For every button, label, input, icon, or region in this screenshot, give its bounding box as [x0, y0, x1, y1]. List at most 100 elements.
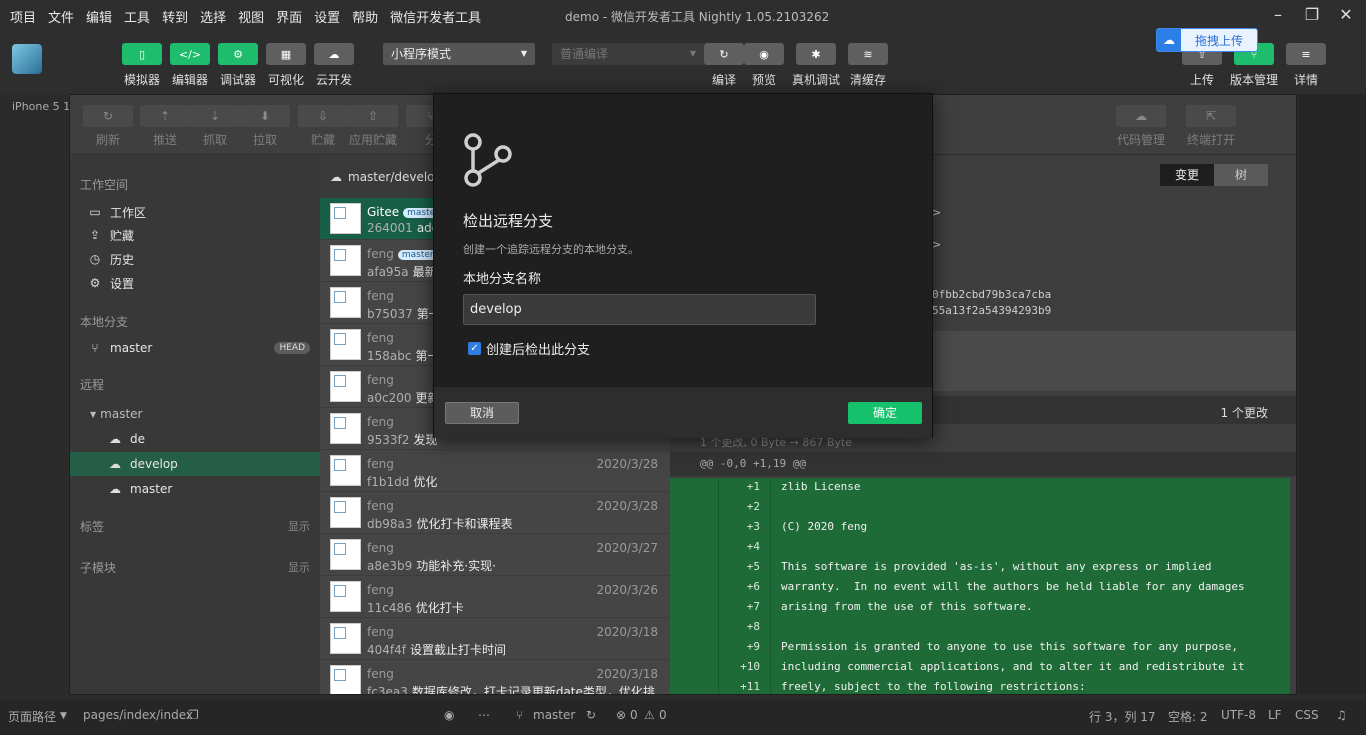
- diff-line-number: +4: [746, 540, 760, 553]
- drag-upload-tip[interactable]: ☁ 拖拽上传: [1156, 28, 1258, 52]
- vm-pull-button[interactable]: ⬇ 拉取: [237, 105, 293, 148]
- commit-message: 数据库修改，打卡记录更新date类型，优化排...: [411, 685, 667, 695]
- commit-hash-line: b75037 第一: [367, 305, 441, 322]
- commit-row[interactable]: feng fc3ea3 数据库修改，打卡记录更新date类型，优化排... 2020/…: [320, 660, 670, 695]
- error-count[interactable]: 0: [630, 708, 638, 722]
- vm-fetch-button[interactable]: ⇣ 抓取: [187, 105, 243, 148]
- local-branch-name-input[interactable]: [463, 294, 816, 325]
- tags-title: 标签: [80, 520, 105, 534]
- clear-cache-label: 清缓存: [849, 73, 886, 87]
- commit-row[interactable]: feng 404f4f 设置截止打卡时间 2020/3/18: [320, 618, 670, 660]
- tab-changes[interactable]: 变更: [1160, 164, 1214, 186]
- indent-spaces[interactable]: 空格: 2: [1168, 708, 1208, 725]
- app-logo: [12, 44, 42, 74]
- menu-goto[interactable]: 转到: [162, 7, 188, 26]
- mode-select[interactable]: 小程序模式 ▼: [383, 43, 535, 65]
- sidebar-item-settings[interactable]: ⚙ 设置: [70, 271, 320, 295]
- commit-hash-line: 404f4f 设置截止打卡时间: [367, 641, 506, 658]
- menu-interface[interactable]: 界面: [276, 7, 302, 26]
- debugger-button[interactable]: ⚙: [218, 43, 258, 65]
- drag-upload-label: 拖拽上传: [1194, 33, 1243, 48]
- warning-count[interactable]: 0: [659, 708, 667, 722]
- details-button[interactable]: ≡: [1286, 43, 1326, 65]
- tab-tree[interactable]: 树: [1214, 164, 1268, 186]
- vm-code-manage-button[interactable]: ☁ 代码管理: [1113, 105, 1169, 148]
- menu-edit[interactable]: 编辑: [86, 7, 112, 26]
- sync-icon[interactable]: ↻: [586, 708, 596, 722]
- remote-group-master[interactable]: ▼ master: [70, 402, 320, 426]
- remote-branch-develop[interactable]: ☁ develop: [70, 452, 320, 476]
- end-of-line[interactable]: LF: [1268, 708, 1282, 722]
- submodules-title: 子模块: [80, 561, 117, 575]
- submodules-show-link[interactable]: 显示: [288, 559, 310, 575]
- avatar: [330, 371, 361, 402]
- cloud-dev-button[interactable]: ☁: [314, 43, 354, 65]
- cancel-button[interactable]: 取消: [445, 402, 519, 424]
- checkout-after-create-checkbox[interactable]: ✓ 创建后检出此分支: [468, 339, 590, 358]
- remote-branch-master[interactable]: ☁ master: [70, 477, 320, 501]
- vm-fetch-label: 抓取: [202, 133, 227, 147]
- eye-icon[interactable]: ◉: [444, 708, 454, 722]
- menu-settings[interactable]: 设置: [314, 7, 340, 26]
- copy-icon[interactable]: ❐: [188, 708, 199, 722]
- commit-author: feng: [367, 415, 394, 429]
- cloud-icon: ☁: [109, 482, 121, 496]
- commit-row[interactable]: feng a8e3b9 功能补充·实现· 2020/3/27: [320, 534, 670, 576]
- page-path-label[interactable]: 页面路径: [8, 708, 56, 725]
- maximize-icon[interactable]: ❐: [1302, 5, 1322, 25]
- menu-tools[interactable]: 工具: [124, 7, 150, 26]
- stash-icon: ⇪: [89, 228, 101, 242]
- refresh-icon: ↻: [83, 105, 133, 127]
- sidebar-item-stash[interactable]: ⇪ 贮藏: [70, 223, 320, 247]
- menu-file[interactable]: 文件: [48, 7, 74, 26]
- bell-icon[interactable]: ♫: [1336, 708, 1347, 722]
- menu-help[interactable]: 帮助: [352, 7, 378, 26]
- commit-row[interactable]: feng f1b1dd 优化 2020/3/28: [320, 450, 670, 492]
- sidebar-item-history[interactable]: ◷ 历史: [70, 247, 320, 271]
- status-branch[interactable]: master: [533, 708, 575, 722]
- diff-line-number: +2: [746, 500, 760, 513]
- parent-chevron: >: [932, 206, 942, 219]
- commit-row[interactable]: feng 11c486 优化打卡 2020/3/26: [320, 576, 670, 618]
- parent-chevron: >: [932, 238, 942, 251]
- minimize-icon[interactable]: –: [1268, 5, 1288, 25]
- compile-button[interactable]: ↻: [704, 43, 744, 65]
- commit-author: feng: [367, 541, 394, 555]
- vm-stash-button[interactable]: ⇩ 贮藏: [295, 105, 351, 148]
- commit-row[interactable]: feng db98a3 优化打卡和课程表 2020/3/28: [320, 492, 670, 534]
- vm-refresh-button[interactable]: ↻ 刷新: [80, 105, 136, 148]
- visual-button[interactable]: ▦: [266, 43, 306, 65]
- close-icon[interactable]: ✕: [1336, 5, 1356, 25]
- clear-cache-button[interactable]: ≋: [848, 43, 888, 65]
- preview-button[interactable]: ◉: [744, 43, 784, 65]
- commit-date: 2020/3/18: [596, 625, 658, 639]
- commit-author-name: feng: [367, 667, 394, 681]
- tags-show-link[interactable]: 显示: [288, 518, 310, 534]
- confirm-button[interactable]: 确定: [848, 402, 922, 424]
- remote-branch-de[interactable]: ☁ de: [70, 427, 320, 451]
- sidebar-item-workspace[interactable]: ▭ 工作区: [70, 200, 320, 224]
- remote-debug-button[interactable]: ✱: [796, 43, 836, 65]
- vm-apply-stash-button[interactable]: ⇧ 应用贮藏: [345, 105, 401, 148]
- window-title: demo - 微信开发者工具 Nightly 1.05.2103262: [565, 10, 830, 24]
- more-icon[interactable]: ⋯: [478, 708, 490, 722]
- menu-select[interactable]: 选择: [200, 7, 226, 26]
- language-mode[interactable]: CSS: [1295, 708, 1319, 722]
- encoding[interactable]: UTF-8: [1221, 708, 1256, 722]
- detail-tabs: 变更 树: [1160, 164, 1268, 186]
- editor-button[interactable]: </>: [170, 43, 210, 65]
- checkbox-checked-icon[interactable]: ✓: [468, 342, 481, 355]
- code-icon: </>: [178, 47, 202, 61]
- details-label: 详情: [1293, 73, 1318, 87]
- vm-push-button[interactable]: ⇡ 推送: [137, 105, 193, 148]
- menu-view[interactable]: 视图: [238, 7, 264, 26]
- menu-project[interactable]: 项目: [10, 7, 36, 26]
- menu-devtools[interactable]: 微信开发者工具: [390, 7, 481, 26]
- error-icon: ⊗: [616, 708, 627, 722]
- diff-line: +5 This software is provided 'as-is', wit…: [670, 560, 1290, 580]
- compile-select[interactable]: 普通编译 ▼: [552, 43, 704, 65]
- local-branch-master[interactable]: ⑂ master HEAD: [70, 336, 320, 360]
- simulator-button[interactable]: ▯: [122, 43, 162, 65]
- vm-terminal-button[interactable]: ⇱ 终端打开: [1183, 105, 1239, 148]
- cursor-position[interactable]: 行 3，列 17: [1089, 708, 1156, 725]
